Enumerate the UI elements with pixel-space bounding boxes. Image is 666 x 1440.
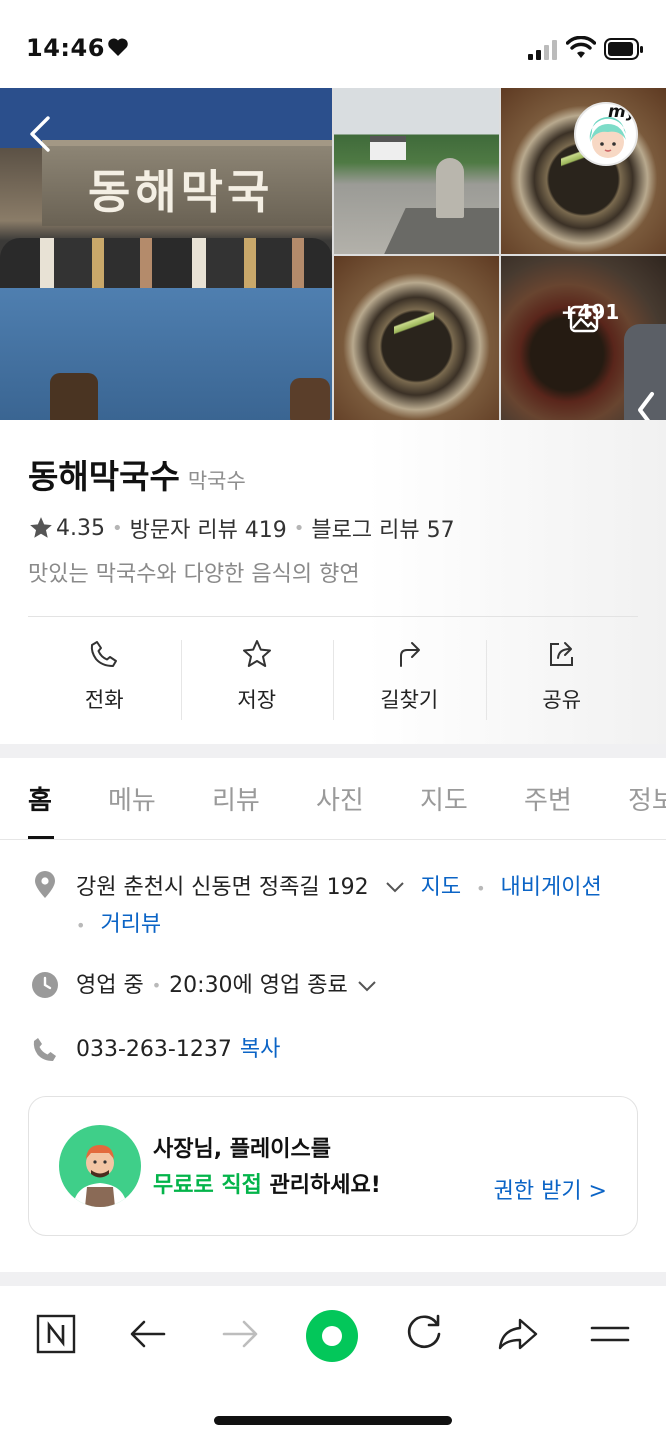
share-button[interactable]: 공유 — [485, 638, 639, 720]
banner-line2-rest: 관리하세요! — [261, 1173, 381, 1198]
visitor-reviews-link[interactable]: 방문자 리뷰 419 — [130, 512, 287, 544]
stone-lantern — [436, 158, 464, 218]
tab-info[interactable]: 정보 — [628, 780, 666, 817]
place-category: 막국수 — [187, 469, 246, 493]
save-button[interactable]: 저장 — [180, 638, 334, 720]
phone-row: 033-263-1237 복사 — [30, 1034, 280, 1066]
save-label: 저장 — [237, 688, 277, 712]
owner-banner[interactable]: 사장님, 플레이스를 무료로 직접 관리하세요! 권한 받기 > — [28, 1096, 638, 1236]
street-view-link[interactable]: 거리뷰 — [100, 912, 161, 937]
chef-illustration-icon — [73, 1145, 127, 1207]
my-avatar-button[interactable]: my — [574, 102, 638, 166]
hours-row[interactable]: 영업 중 • 20:30에 영업 종료 — [30, 970, 386, 1002]
tab-photos[interactable]: 사진 — [316, 780, 364, 817]
place-description: 맛있는 막국수와 다양한 음식의 향연 — [28, 562, 360, 587]
photo-road[interactable] — [334, 88, 499, 254]
action-bar: 전화 저장 길찾기 공유 — [28, 638, 638, 720]
directions-arrow-icon — [400, 642, 421, 667]
share-arrow-icon[interactable] — [494, 1310, 542, 1358]
jar — [290, 378, 330, 420]
photo-noodle-bowl[interactable] — [334, 256, 499, 420]
banner-line2: 무료로 직접 관리하세요! — [153, 1167, 381, 1199]
active-tab-indicator — [28, 836, 54, 839]
back-icon[interactable] — [124, 1310, 172, 1358]
banner-line1: 사장님, 플레이스를 — [153, 1137, 331, 1162]
rating-value: 4.35 — [56, 515, 105, 541]
address-row: 강원 춘천시 신동면 정족길 192 지도 • 내비게이션 • 거리뷰 — [30, 870, 630, 944]
storefront-sign: 동해막국 — [42, 140, 332, 226]
garnish — [394, 296, 434, 356]
separator-dot: • — [111, 517, 123, 539]
claim-permission-link[interactable]: 권한 받기 > — [494, 1173, 607, 1205]
blog-reviews-link[interactable]: 블로그 리뷰 57 — [311, 512, 454, 544]
navigation-link[interactable]: 내비게이션 — [501, 875, 602, 900]
more-photos-count[interactable]: +491 — [550, 300, 630, 324]
house — [370, 136, 406, 160]
owner-avatar — [59, 1125, 141, 1207]
separator-dot: • — [293, 517, 305, 539]
back-arrow-icon[interactable] — [24, 112, 56, 156]
banner-highlight: 무료로 직접 — [153, 1173, 262, 1198]
divider — [28, 616, 638, 617]
green-dot-icon[interactable] — [304, 1308, 360, 1364]
jar — [50, 373, 98, 420]
tab-reviews[interactable]: 리뷰 — [212, 780, 260, 817]
status-bar: 14:46 — [0, 0, 666, 88]
phone-number[interactable]: 033-263-1237 — [76, 1034, 232, 1066]
signal-icon — [528, 40, 557, 60]
separator-dot: • — [476, 879, 486, 898]
copy-button[interactable]: 복사 — [240, 1034, 280, 1066]
call-label: 전화 — [84, 688, 124, 712]
heart-icon — [108, 38, 128, 56]
address-text: 강원 춘천시 신동면 정족길 192 — [76, 875, 369, 900]
clock-icon — [32, 972, 58, 998]
directions-label: 길찾기 — [380, 688, 439, 712]
separator-dot: • — [76, 916, 86, 935]
hours-close: 20:30에 영업 종료 — [169, 973, 348, 998]
photo-gallery[interactable]: 동해막국 — [0, 88, 666, 420]
my-logo: my — [608, 102, 637, 122]
star-icon — [30, 517, 52, 538]
roof-stripes — [0, 238, 332, 288]
title-row: 동해막국수 막국수 — [28, 450, 246, 498]
sign-lettering: 동해막국 — [88, 165, 274, 219]
section-gap — [0, 744, 666, 758]
star-outline-icon — [242, 640, 271, 667]
status-time: 14:46 — [26, 34, 105, 62]
address-block: 강원 춘천시 신동면 정족길 192 지도 • 내비게이션 • 거리뷰 — [76, 870, 602, 944]
tab-map[interactable]: 지도 — [420, 780, 468, 817]
chevron-down-icon[interactable] — [354, 973, 380, 999]
tab-nearby[interactable]: 주변 — [524, 780, 572, 817]
phone-icon — [91, 641, 118, 667]
chevron-down-icon[interactable] — [382, 874, 408, 900]
tab-home[interactable]: 홈 — [28, 780, 52, 817]
share-icon — [549, 642, 573, 666]
tab-menu[interactable]: 메뉴 — [108, 780, 156, 817]
call-button[interactable]: 전화 — [28, 638, 181, 720]
wifi-icon — [566, 36, 596, 58]
share-label: 공유 — [542, 688, 582, 712]
location-pin-icon — [35, 871, 55, 898]
battery-icon — [604, 38, 643, 60]
refresh-icon[interactable] — [400, 1310, 448, 1358]
place-info: 동해막국수 막국수 4.35 • 방문자 리뷰 419 • 블로그 리뷰 57 … — [0, 420, 666, 744]
place-name: 동해막국수 — [28, 457, 180, 496]
naver-logo-icon[interactable] — [32, 1310, 80, 1358]
menu-icon[interactable] — [586, 1310, 634, 1358]
forward-icon[interactable] — [216, 1310, 264, 1358]
hours-status: 영업 중 — [76, 973, 144, 998]
tab-bar: 홈 메뉴 리뷰 사진 지도 주변 정보 — [0, 758, 666, 840]
map-link[interactable]: 지도 — [421, 875, 461, 900]
separator-dot: • — [151, 976, 162, 995]
phone-icon — [33, 1038, 56, 1061]
section-gap — [0, 1272, 666, 1286]
directions-button[interactable]: 길찾기 — [333, 638, 486, 720]
rating-row: 4.35 • 방문자 리뷰 419 • 블로그 리뷰 57 — [28, 512, 455, 544]
home-indicator — [214, 1416, 452, 1425]
